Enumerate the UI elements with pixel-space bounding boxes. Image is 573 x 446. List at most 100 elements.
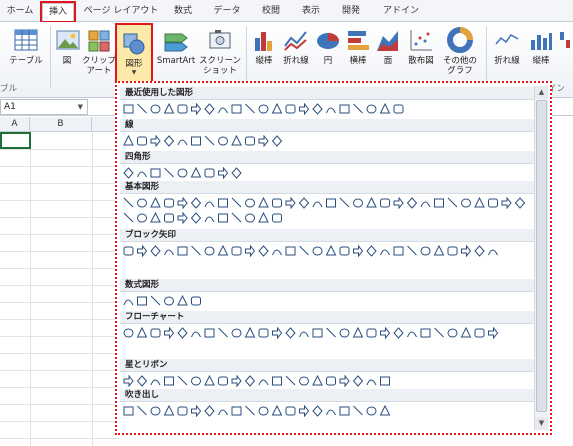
column-header-a[interactable]: A [0, 117, 30, 132]
shape-option-icon[interactable] [218, 136, 228, 146]
shape-option-icon[interactable] [406, 197, 418, 209]
sparkline-column-button[interactable]: 縦棒 [526, 26, 556, 66]
shape-option-icon[interactable] [285, 104, 296, 114]
shape-option-icon[interactable] [204, 168, 215, 178]
shape-option-icon[interactable] [123, 135, 134, 146]
shape-option-icon[interactable] [299, 331, 309, 338]
shape-option-icon[interactable] [204, 246, 215, 256]
shape-option-icon[interactable] [163, 135, 175, 147]
shape-option-icon[interactable] [231, 328, 242, 338]
shape-option-icon[interactable] [258, 104, 269, 114]
shape-option-icon[interactable] [218, 213, 228, 223]
shape-option-icon[interactable] [393, 197, 404, 209]
sparkline-line-button[interactable]: 折れ線 [490, 26, 524, 66]
shape-option-icon[interactable] [190, 167, 202, 178]
shape-option-icon[interactable] [164, 167, 174, 178]
shape-option-icon[interactable] [366, 245, 377, 257]
scroll-down-icon[interactable]: ▼ [535, 417, 548, 430]
shape-option-icon[interactable] [488, 198, 498, 208]
shape-option-icon[interactable] [393, 246, 404, 256]
shape-option-icon[interactable] [245, 213, 255, 223]
name-box-dropdown-icon[interactable]: ▼ [78, 100, 83, 114]
shape-option-icon[interactable] [150, 328, 161, 338]
shape-option-icon[interactable] [501, 197, 512, 209]
shape-option-icon[interactable] [326, 327, 336, 338]
shape-option-icon[interactable] [150, 212, 161, 223]
tab-formulas[interactable]: 数式 [168, 3, 198, 22]
shape-option-icon[interactable] [393, 327, 404, 339]
shapes-gallery[interactable]: 最近使用した図形線四角形 基本図形 ブロック矢印 数式図形 フローチャート 星とリボン 吹き… [115, 81, 552, 435]
shape-option-icon[interactable] [312, 246, 323, 256]
shape-option-icon[interactable] [136, 375, 148, 387]
shape-option-icon[interactable] [150, 168, 161, 178]
shape-option-icon[interactable] [123, 328, 134, 338]
shape-option-icon[interactable] [204, 103, 215, 115]
tab-insert[interactable]: 挿入 [40, 1, 76, 23]
shape-option-icon[interactable] [325, 245, 337, 256]
picture-button[interactable]: 図 [54, 26, 80, 66]
shape-option-icon[interactable] [164, 198, 174, 208]
shape-option-icon[interactable] [339, 104, 350, 114]
shape-option-icon[interactable] [177, 104, 188, 114]
shape-option-icon[interactable] [272, 327, 283, 339]
shape-option-icon[interactable] [272, 213, 282, 223]
shape-option-icon[interactable] [326, 409, 336, 416]
shape-option-icon[interactable] [218, 198, 228, 208]
tab-addins[interactable]: アドイン [378, 3, 424, 22]
name-box[interactable]: A1 ▼ [0, 99, 88, 115]
area-chart-button[interactable]: 面 [374, 26, 402, 66]
shape-option-icon[interactable] [285, 246, 296, 256]
shape-option-icon[interactable] [123, 167, 134, 179]
shape-option-icon[interactable] [272, 198, 282, 208]
shape-option-icon[interactable] [420, 201, 431, 208]
shape-option-icon[interactable] [163, 103, 175, 114]
shape-option-icon[interactable] [164, 296, 174, 306]
bar-chart-button[interactable]: 横棒 [344, 26, 372, 66]
shape-option-icon[interactable] [460, 327, 472, 338]
shape-option-icon[interactable] [164, 213, 174, 223]
shape-option-icon[interactable] [177, 375, 188, 386]
shape-option-icon[interactable] [218, 376, 228, 386]
shape-option-icon[interactable] [177, 212, 188, 224]
shape-option-icon[interactable] [366, 379, 377, 386]
shape-option-icon[interactable] [312, 103, 323, 115]
shape-option-icon[interactable] [271, 135, 283, 147]
shape-option-icon[interactable] [137, 198, 147, 208]
shape-option-icon[interactable] [177, 295, 188, 306]
shape-option-icon[interactable] [258, 245, 269, 257]
shape-option-icon[interactable] [137, 213, 147, 223]
shape-option-icon[interactable] [136, 327, 148, 338]
shape-option-icon[interactable] [191, 103, 202, 115]
tab-home[interactable]: ホーム [2, 3, 38, 22]
shape-option-icon[interactable] [177, 406, 188, 416]
shape-option-icon[interactable] [191, 405, 202, 417]
shape-option-icon[interactable] [123, 104, 134, 114]
shape-option-icon[interactable] [191, 296, 201, 306]
shape-option-icon[interactable] [352, 327, 364, 338]
tab-page-layout[interactable]: ページ レイアウト [82, 3, 160, 22]
shape-option-icon[interactable] [339, 406, 350, 416]
shape-option-icon[interactable] [164, 376, 174, 386]
clipart-button[interactable]: クリップ アート [82, 26, 116, 76]
shape-option-icon[interactable] [407, 245, 417, 256]
tab-data[interactable]: データ [208, 3, 246, 22]
shape-option-icon[interactable] [231, 104, 242, 114]
shape-option-icon[interactable] [312, 201, 323, 208]
shape-option-icon[interactable] [407, 331, 417, 338]
shape-option-icon[interactable] [339, 328, 350, 338]
shape-option-icon[interactable] [231, 197, 242, 208]
shape-option-icon[interactable] [150, 104, 161, 114]
shape-option-icon[interactable] [137, 405, 147, 416]
shape-option-icon[interactable] [191, 376, 201, 386]
shape-option-icon[interactable] [204, 201, 215, 208]
shape-option-icon[interactable] [177, 168, 188, 178]
shape-option-icon[interactable] [474, 328, 485, 338]
shape-option-icon[interactable] [258, 212, 269, 223]
shape-option-icon[interactable] [326, 198, 336, 208]
shape-option-icon[interactable] [137, 103, 147, 114]
shape-option-icon[interactable] [245, 405, 255, 416]
shape-option-icon[interactable] [204, 328, 215, 338]
shape-option-icon[interactable] [474, 197, 485, 208]
shape-option-icon[interactable] [137, 136, 147, 146]
tab-view[interactable]: 表示 [296, 3, 326, 22]
